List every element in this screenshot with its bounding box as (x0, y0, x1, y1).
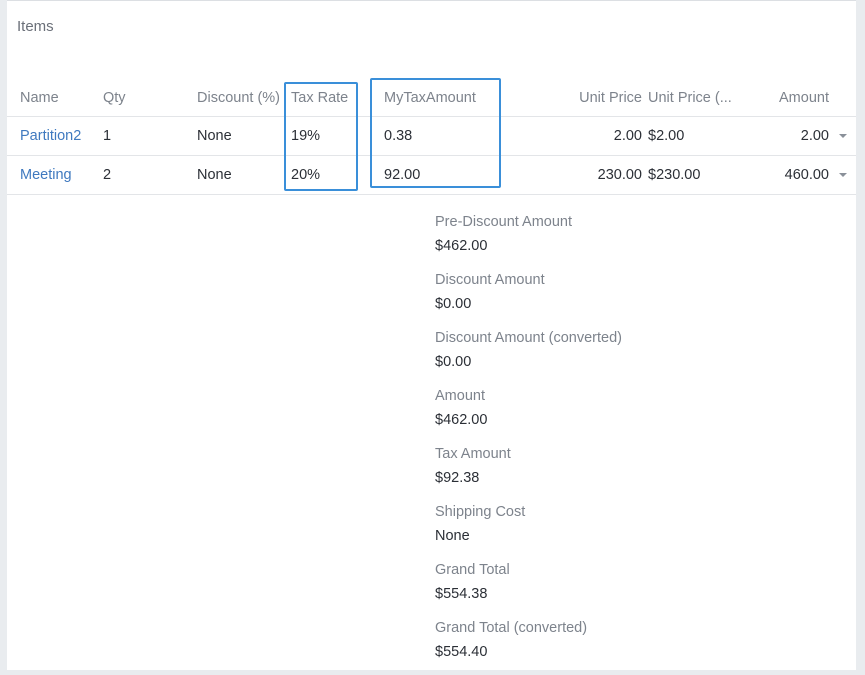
column-header-unit-price-converted[interactable]: Unit Price (... (648, 79, 748, 116)
summary-field-discount-amount: Discount Amount $0.00 (435, 269, 622, 327)
field-value: $0.00 (435, 296, 472, 312)
item-tax-rate: 20% (291, 167, 321, 183)
field-label: Grand Total (converted) (435, 620, 588, 636)
field-value: $462.00 (435, 412, 488, 428)
panel-title: Items (17, 18, 54, 35)
field-value: $0.00 (435, 354, 472, 370)
item-discount: None (197, 167, 232, 183)
field-value: $462.00 (435, 238, 488, 254)
field-value: None (435, 528, 470, 544)
item-tax-rate: 19% (291, 128, 321, 144)
column-header-name[interactable]: Name (20, 79, 100, 116)
summary-field-discount-amount-converted: Discount Amount (converted) $0.00 (435, 327, 622, 385)
item-unit-price-converted: $2.00 (648, 128, 685, 144)
items-panel: Items Name Qty Discount (%) Tax Rate MyT… (7, 0, 856, 670)
item-unit-price-converted: $230.00 (648, 167, 701, 183)
table-row[interactable]: Partition2 1 None 19% 0.38 2.00 $2.00 2.… (7, 117, 856, 156)
item-qty: 1 (103, 128, 112, 144)
field-label: Discount Amount (converted) (435, 330, 622, 346)
field-value: $554.40 (435, 644, 488, 660)
row-menu-button[interactable] (837, 156, 849, 194)
item-discount: None (197, 128, 232, 144)
summary-field-pre-discount-amount: Pre-Discount Amount $462.00 (435, 211, 622, 269)
item-unit-price: 230.00 (597, 167, 642, 183)
field-label: Pre-Discount Amount (435, 214, 573, 230)
totals-summary: Pre-Discount Amount $462.00 Discount Amo… (435, 211, 622, 675)
item-unit-price: 2.00 (613, 128, 642, 144)
summary-field-tax-amount: Tax Amount $92.38 (435, 443, 622, 501)
field-label: Tax Amount (435, 446, 511, 462)
row-menu-button[interactable] (837, 117, 849, 155)
column-header-tax-rate[interactable]: Tax Rate (291, 79, 361, 116)
chevron-down-icon (839, 173, 847, 177)
field-label: Shipping Cost (435, 504, 526, 520)
column-header-amount[interactable]: Amount (737, 79, 829, 116)
table-row[interactable]: Meeting 2 None 20% 92.00 230.00 $230.00 … (7, 156, 856, 195)
item-my-tax-amount: 92.00 (384, 167, 421, 183)
field-value: $554.38 (435, 586, 488, 602)
item-qty: 2 (103, 167, 112, 183)
item-amount: 460.00 (784, 167, 829, 183)
item-name-link[interactable]: Meeting (20, 156, 100, 194)
item-name-link[interactable]: Partition2 (20, 117, 100, 155)
field-value: $92.38 (435, 470, 480, 486)
column-header-qty[interactable]: Qty (103, 79, 183, 116)
table-header: Name Qty Discount (%) Tax Rate MyTaxAmou… (7, 79, 856, 117)
column-header-unit-price[interactable]: Unit Price (527, 79, 642, 116)
item-amount: 2.00 (800, 128, 829, 144)
item-my-tax-amount: 0.38 (384, 128, 413, 144)
summary-field-grand-total-converted: Grand Total (converted) $554.40 (435, 617, 622, 675)
field-label: Amount (435, 388, 485, 404)
column-header-discount[interactable]: Discount (%) (197, 79, 292, 116)
summary-field-amount: Amount $462.00 (435, 385, 622, 443)
field-label: Grand Total (435, 562, 510, 578)
chevron-down-icon (839, 134, 847, 138)
column-header-my-tax-amount[interactable]: MyTaxAmount (384, 79, 504, 116)
summary-field-shipping-cost: Shipping Cost None (435, 501, 622, 559)
summary-field-grand-total: Grand Total $554.38 (435, 559, 622, 617)
field-label: Discount Amount (435, 272, 545, 288)
